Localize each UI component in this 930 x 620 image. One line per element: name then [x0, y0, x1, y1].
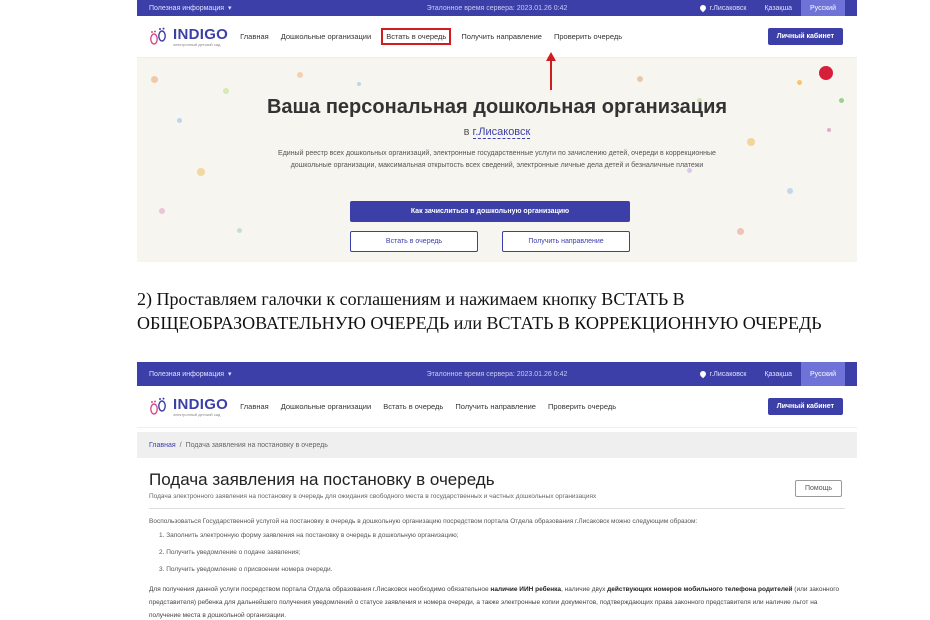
- city-label: г.Лисаковск: [709, 4, 747, 12]
- useful-info-label: Полезная информация: [149, 4, 225, 12]
- page-content: Подача заявления на постановку в очередь…: [137, 470, 857, 620]
- instruction-text: 2) Проставляем галочки к соглашениям и н…: [137, 289, 822, 333]
- breadcrumb-home[interactable]: Главная: [149, 442, 176, 449]
- requirements-text: Для получения данной услуги посредством …: [149, 583, 845, 620]
- brand-name: INDIGO: [173, 395, 229, 413]
- logo[interactable]: INDIGO электронный детский сад: [147, 396, 228, 418]
- chevron-down-icon: ▾: [228, 5, 232, 12]
- brand-name: INDIGO: [173, 25, 229, 43]
- city-selector[interactable]: г.Лисаковск: [691, 362, 756, 386]
- useful-info-menu[interactable]: Полезная информация ▾: [149, 370, 232, 379]
- page-subtitle: Подача электронного заявления на постано…: [149, 493, 597, 500]
- brand-subtitle: электронный детский сад: [173, 411, 221, 417]
- req-text-part: , наличие двух: [561, 586, 608, 593]
- nav-preschools[interactable]: Дошкольные организации: [279, 399, 374, 414]
- hero-section: Ваша персональная дошкольная организация…: [137, 58, 857, 262]
- nav-get-direction[interactable]: Получить направление: [459, 29, 544, 44]
- homepage-screenshot: Полезная информация ▾ Эталонное время се…: [137, 0, 857, 262]
- intro-text: Воспользоваться Государственной услугой …: [149, 518, 698, 525]
- get-direction-button[interactable]: Получить направление: [502, 231, 630, 252]
- top-bar: Полезная информация ▾ Эталонное время се…: [137, 362, 857, 386]
- breadcrumb: Главная / Подача заявления на постановку…: [137, 432, 857, 458]
- list-item: 3. Получить уведомление о присвоении ном…: [159, 566, 333, 573]
- nav-menu: Главная Дошкольные организации Встать в …: [238, 28, 624, 45]
- personal-cabinet-button[interactable]: Личный кабинет: [767, 398, 843, 415]
- nav-get-direction[interactable]: Получить направление: [453, 399, 538, 414]
- req-iin: наличие ИИН ребенка: [490, 586, 562, 593]
- chevron-down-icon: ▾: [228, 371, 232, 378]
- list-item: 1. Заполнить электронную форму заявления…: [159, 532, 459, 539]
- nav-home[interactable]: Главная: [238, 399, 271, 414]
- list-item: 2. Получить уведомление о подаче заявлен…: [159, 549, 301, 556]
- breadcrumb-current: Подача заявления на постановку в очередь: [185, 441, 328, 449]
- brand-subtitle: электронный детский сад: [173, 41, 221, 47]
- nav-join-queue[interactable]: Встать в очередь: [381, 399, 445, 414]
- lang-kz[interactable]: Қазақша: [755, 0, 801, 16]
- req-phones: действующих номеров мобильного телефона …: [607, 586, 793, 593]
- breadcrumb-separator: /: [179, 441, 182, 449]
- location-pin-icon: [698, 3, 707, 13]
- useful-info-label: Полезная информация: [149, 370, 225, 378]
- join-queue-button[interactable]: Встать в очередь: [350, 231, 478, 252]
- hero-city-line: в г.Лисаковск: [137, 126, 857, 139]
- page-title: Подача заявления на постановку в очередь: [149, 470, 495, 489]
- hero-description: Единый реестр всех дошкольных организаци…: [278, 150, 716, 169]
- server-time: Эталонное время сервера: 2023.01.26 0:42: [426, 4, 568, 12]
- personal-cabinet-button[interactable]: Личный кабинет: [767, 28, 843, 45]
- steps-list: 1. Заполнить электронную форму заявления…: [149, 532, 845, 573]
- nav-preschools[interactable]: Дошкольные организации: [279, 29, 374, 44]
- main-navbar: INDIGO электронный детский сад Главная Д…: [137, 386, 857, 428]
- city-label: г.Лисаковск: [709, 370, 747, 378]
- red-arrow-annotation: [546, 52, 556, 90]
- server-time: Эталонное время сервера: 2023.01.26 0:42: [426, 370, 568, 378]
- hero-city-prefix: в: [463, 126, 470, 138]
- top-bar: Полезная информация ▾ Эталонное время се…: [137, 0, 857, 16]
- how-to-enroll-button[interactable]: Как зачислиться в дошкольную организацию: [350, 201, 630, 222]
- nav-join-queue[interactable]: Встать в очередь: [381, 28, 452, 45]
- queue-application-screenshot: Полезная информация ▾ Эталонное время се…: [137, 362, 857, 620]
- city-selector[interactable]: г.Лисаковск: [691, 0, 756, 16]
- logo[interactable]: INDIGO электронный детский сад: [147, 26, 228, 48]
- nav-check-queue[interactable]: Проверить очередь: [546, 399, 618, 414]
- hero-title: Ваша персональная дошкольная организация: [266, 96, 728, 118]
- nav-menu: Главная Дошкольные организации Встать в …: [238, 399, 618, 414]
- lang-kz[interactable]: Қазақша: [755, 362, 801, 386]
- hero-city-link[interactable]: г.Лисаковск: [472, 126, 531, 139]
- footprints-logo-icon: [147, 26, 169, 48]
- divider: [149, 508, 845, 509]
- nav-check-queue[interactable]: Проверить очередь: [552, 29, 624, 44]
- help-button[interactable]: Помощь: [794, 480, 842, 497]
- lang-ru[interactable]: Русский: [801, 362, 845, 386]
- location-pin-icon: [698, 369, 707, 379]
- footprints-logo-icon: [147, 396, 169, 418]
- nav-home[interactable]: Главная: [238, 29, 271, 44]
- useful-info-menu[interactable]: Полезная информация ▾: [149, 4, 232, 13]
- main-navbar: INDIGO электронный детский сад Главная Д…: [137, 16, 857, 58]
- req-text-part: Для получения данной услуги посредством …: [149, 586, 491, 593]
- lang-ru[interactable]: Русский: [801, 0, 845, 16]
